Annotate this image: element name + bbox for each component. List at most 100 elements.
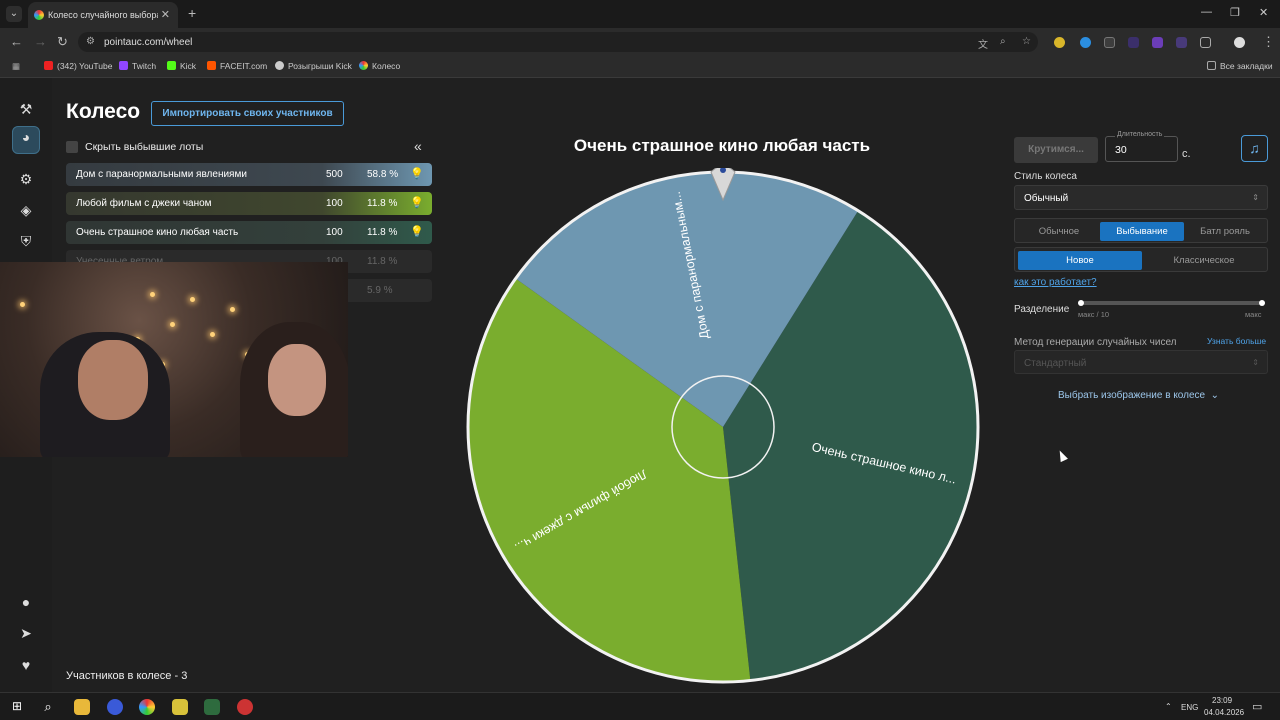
translate-icon[interactable]: 文	[978, 36, 988, 51]
windows-start-icon[interactable]: ⊞	[9, 699, 25, 715]
duration-field[interactable]: Длительность 30	[1105, 131, 1178, 162]
import-participants-button[interactable]: Импортировать своих участников	[151, 101, 344, 126]
lot-row[interactable]: Любой фильм с джеки чаном 100 11.8 % 💡	[66, 192, 432, 215]
how-it-works-link[interactable]: как это работает?	[1014, 277, 1097, 288]
wheel[interactable]: Очень страшное кино л...Любой фильм с дж…	[464, 168, 982, 686]
lamp-icon[interactable]: 💡	[410, 196, 424, 209]
bookmark-wheel[interactable]: Колесо	[359, 61, 400, 71]
rng-select[interactable]: Стандартный ⇕	[1014, 350, 1268, 374]
lot-row[interactable]: Очень страшное кино любая часть 100 11.8…	[66, 221, 432, 244]
donate-hand-icon[interactable]: ♥	[16, 655, 36, 675]
extension-icon[interactable]	[1176, 37, 1187, 48]
browser-tab[interactable]: Колесо случайного выбора – П ✕	[28, 2, 178, 28]
app-icon[interactable]	[237, 699, 253, 715]
slider-max-knob[interactable]	[1259, 300, 1265, 306]
clock-date[interactable]: 04.04.2026	[1204, 708, 1244, 717]
apps-grid-icon[interactable]: ▦	[12, 61, 20, 72]
layers-icon[interactable]: ◈	[16, 200, 36, 220]
site-info-icon[interactable]: ⚙	[86, 36, 95, 47]
chrome-icon[interactable]	[139, 699, 155, 715]
slider-min-knob[interactable]	[1078, 300, 1084, 306]
file-explorer-icon[interactable]	[74, 699, 90, 715]
bokeh-light	[20, 302, 25, 307]
rng-label: Метод генерации случайных чисел	[1014, 337, 1177, 348]
lamp-icon[interactable]: 💡	[410, 225, 424, 238]
mode-normal[interactable]: Обычное	[1018, 222, 1100, 241]
url-text: pointauc.com/wheel	[104, 37, 193, 48]
split-slider[interactable]	[1078, 300, 1265, 306]
rng-learn-more-link[interactable]: Узнать больше	[1207, 336, 1266, 346]
browser-menu-icon[interactable]: ⋮	[1262, 34, 1275, 50]
tray-chevron-icon[interactable]: ⌃	[1165, 702, 1172, 711]
bookmark-kick-giveaways[interactable]: Розыгрыши Kick	[275, 61, 352, 71]
extension-icon[interactable]	[1080, 37, 1091, 48]
restore-icon[interactable]: ❐	[1230, 6, 1240, 19]
bokeh-light	[170, 322, 175, 327]
guest-face	[268, 344, 326, 416]
extension-icon[interactable]	[1104, 37, 1115, 48]
streamer-face	[78, 340, 148, 420]
collapse-panel-icon[interactable]: «	[414, 138, 422, 154]
all-bookmarks[interactable]: Все закладки	[1207, 61, 1273, 71]
twitch-icon	[119, 61, 128, 70]
minimize-icon[interactable]: —	[1201, 6, 1212, 18]
auction-hammer-icon[interactable]: ⚒	[16, 99, 36, 119]
back-icon[interactable]: ←	[10, 34, 23, 49]
url-field[interactable]: ⚙ pointauc.com/wheel 文 ⌕ ☆	[78, 32, 1038, 52]
clock-time[interactable]: 23:09	[1212, 696, 1232, 705]
github-icon[interactable]: ●	[16, 592, 36, 612]
bokeh-light	[150, 292, 155, 297]
participants-count: Участников в колесе - 3	[66, 670, 188, 682]
mode-toggle: Обычное Выбывание Батл рояль	[1014, 218, 1268, 243]
bokeh-light	[190, 297, 195, 302]
mode-battle-royale[interactable]: Батл рояль	[1185, 222, 1265, 241]
tab-close-icon[interactable]: ✕	[161, 8, 170, 21]
shield-check-icon[interactable]: ⛨	[16, 231, 36, 251]
extension-icon[interactable]	[1152, 37, 1163, 48]
extension-icon[interactable]	[1054, 37, 1065, 48]
mode-elimination[interactable]: Выбывание	[1100, 222, 1184, 241]
split-label: Разделение	[1014, 304, 1070, 315]
zoom-icon[interactable]: ⌕	[1000, 36, 1006, 47]
language-indicator[interactable]: ENG	[1181, 703, 1198, 712]
profile-avatar-icon[interactable]	[1234, 37, 1245, 48]
new-tab-icon[interactable]: +	[188, 5, 196, 21]
wheel-image-picker[interactable]: Выбрать изображение в колесе ⌄	[1058, 390, 1219, 401]
app-icon[interactable]	[107, 699, 123, 715]
forward-icon[interactable]: →	[34, 34, 47, 49]
notifications-icon[interactable]: ▭	[1252, 700, 1262, 713]
browser-tab-bar: ⌄ Колесо случайного выбора – П ✕ + — ❐ ✕	[0, 0, 1280, 28]
page-title: Колесо	[66, 100, 141, 123]
duration-value: 30	[1115, 144, 1127, 156]
duration-unit: с.	[1182, 148, 1191, 160]
lot-row[interactable]: Дом с паранормальными явлениями 500 58.8…	[66, 163, 432, 186]
bookmark-kick[interactable]: Kick	[167, 61, 196, 71]
hide-winners-checkbox[interactable]	[66, 141, 78, 153]
bookmark-star-icon[interactable]: ☆	[1022, 36, 1031, 47]
settings-gear-icon[interactable]: ⚙	[16, 169, 36, 189]
wheel-nav-icon[interactable]: ◕	[12, 126, 40, 154]
app-icon[interactable]	[172, 699, 188, 715]
bookmark-twitch[interactable]: Twitch	[119, 61, 156, 71]
telegram-icon[interactable]: ➤	[16, 623, 36, 643]
spin-button[interactable]: Крутимся...	[1014, 137, 1098, 163]
close-window-icon[interactable]: ✕	[1259, 6, 1268, 19]
search-icon[interactable]: ⌕	[40, 699, 56, 715]
variant-new[interactable]: Новое	[1018, 251, 1142, 270]
hide-winners-label: Скрыть выбывшие лоты	[85, 141, 204, 153]
app-icon[interactable]	[204, 699, 220, 715]
bookmark-youtube[interactable]: (342) YouTube	[44, 61, 112, 71]
wheel-style-select[interactable]: Обычный ⇕	[1014, 185, 1268, 210]
lamp-icon[interactable]: 💡	[410, 167, 424, 180]
wheel-favicon-icon	[359, 61, 368, 70]
extension-icon[interactable]	[1128, 37, 1139, 48]
tab-search-icon[interactable]: ⌄	[6, 6, 22, 22]
folder-icon	[1207, 61, 1216, 70]
extensions-puzzle-icon[interactable]	[1200, 37, 1211, 48]
split-min-label: макс / 10	[1078, 310, 1110, 319]
bookmark-faceit[interactable]: FACEIT.com	[207, 61, 267, 71]
variant-classic[interactable]: Классическое	[1143, 251, 1265, 270]
reload-icon[interactable]: ↻	[57, 34, 68, 50]
bokeh-light	[230, 307, 235, 312]
music-note-icon[interactable]: ♫	[1241, 135, 1268, 162]
